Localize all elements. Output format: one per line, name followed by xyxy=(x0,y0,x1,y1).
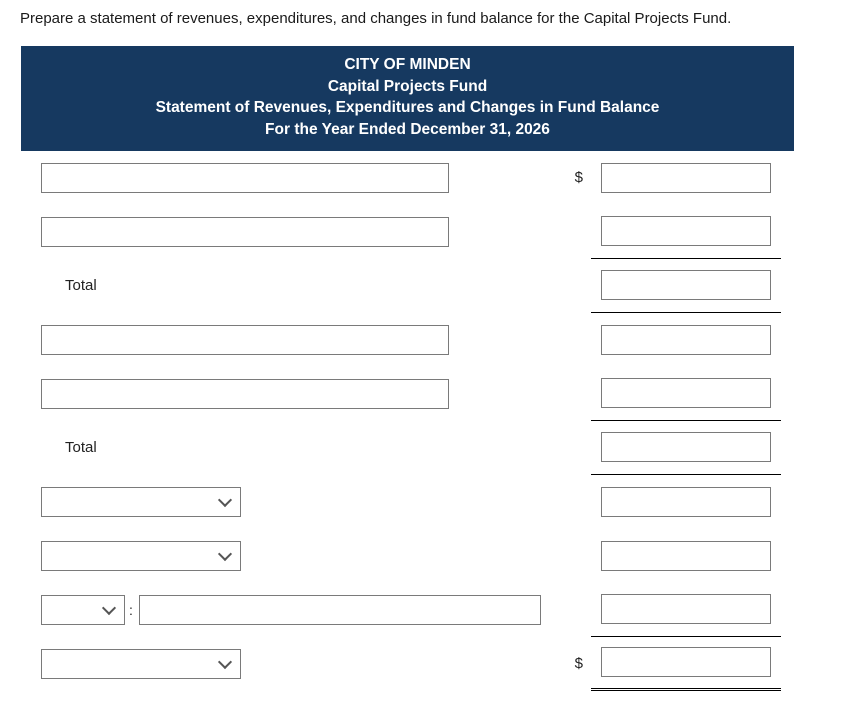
calc-2-amount-input[interactable] xyxy=(601,541,771,571)
calc-2-select[interactable] xyxy=(42,542,240,570)
header-period: For the Year Ended December 31, 2026 xyxy=(21,119,794,141)
expenditure-row-1 xyxy=(21,313,794,367)
revenue-row-2 xyxy=(21,205,794,259)
instruction-text: Prepare a statement of revenues, expendi… xyxy=(20,10,846,27)
dollar-sign: $ xyxy=(561,151,591,205)
worksheet-table: CITY OF MINDEN Capital Projects Fund Sta… xyxy=(20,45,795,692)
header-statement-title: Statement of Revenues, Expenditures and … xyxy=(21,97,794,119)
calc-2-select-wrap xyxy=(41,541,241,571)
calc-1-select[interactable] xyxy=(42,488,240,516)
calc-3-amount-input[interactable] xyxy=(601,594,771,624)
calc-3-select-wrap xyxy=(41,595,125,625)
final-amount-input[interactable] xyxy=(601,647,771,677)
colon-label: : xyxy=(129,602,133,618)
expenditure-2-desc-input[interactable] xyxy=(41,379,449,409)
expenditure-1-desc-input[interactable] xyxy=(41,325,449,355)
calc-3-select[interactable] xyxy=(42,596,124,624)
revenue-2-amount-input[interactable] xyxy=(601,216,771,246)
dollar-sign-final: $ xyxy=(561,637,591,691)
calc-row-3: : xyxy=(21,583,794,637)
expenditure-row-2 xyxy=(21,367,794,421)
statement-header: CITY OF MINDEN Capital Projects Fund Sta… xyxy=(21,46,794,151)
expenditure-1-amount-input[interactable] xyxy=(601,325,771,355)
total-label-1: Total xyxy=(41,277,97,294)
revenue-2-desc-input[interactable] xyxy=(41,217,449,247)
expenditure-total-amount-input[interactable] xyxy=(601,432,771,462)
calc-1-select-wrap xyxy=(41,487,241,517)
expenditure-2-amount-input[interactable] xyxy=(601,378,771,408)
calc-row-1 xyxy=(21,475,794,529)
calc-row-2 xyxy=(21,529,794,583)
revenue-1-desc-input[interactable] xyxy=(41,163,449,193)
revenue-total-row: Total xyxy=(21,259,794,313)
final-row: $ xyxy=(21,637,794,691)
revenue-1-amount-input[interactable] xyxy=(601,163,771,193)
revenue-row-1: $ xyxy=(21,151,794,205)
expenditure-total-row: Total xyxy=(21,421,794,475)
header-city: CITY OF MINDEN xyxy=(21,54,794,76)
revenue-total-amount-input[interactable] xyxy=(601,270,771,300)
final-select[interactable] xyxy=(42,650,240,678)
calc-1-amount-input[interactable] xyxy=(601,487,771,517)
header-fund: Capital Projects Fund xyxy=(21,76,794,98)
total-label-2: Total xyxy=(41,439,97,456)
final-select-wrap xyxy=(41,649,241,679)
calc-3-desc-input[interactable] xyxy=(139,595,541,625)
